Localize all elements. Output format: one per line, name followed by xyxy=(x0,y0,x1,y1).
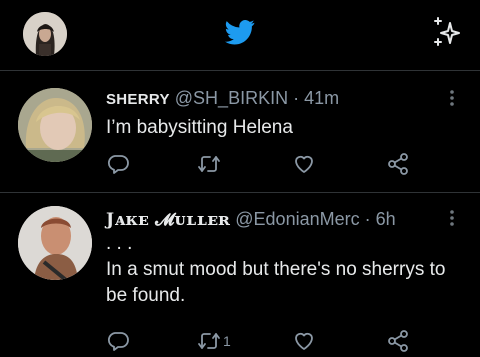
like-icon xyxy=(295,332,313,350)
reply-button[interactable] xyxy=(106,150,130,178)
tweet-text-line: . . . xyxy=(106,233,133,254)
tweet-text: I’m babysitting Helena xyxy=(106,115,293,141)
share-button[interactable] xyxy=(386,150,410,178)
timestamp[interactable]: 41m xyxy=(304,88,339,108)
more-icon[interactable] xyxy=(448,88,456,108)
tweet-actions: 1 xyxy=(0,327,480,355)
separator-dot: · xyxy=(293,88,300,108)
share-icon xyxy=(388,330,408,352)
like-button[interactable] xyxy=(292,327,316,355)
retweet-button[interactable] xyxy=(197,150,223,178)
retweet-icon xyxy=(198,333,220,349)
like-button[interactable] xyxy=(292,150,316,178)
reply-icon xyxy=(107,155,129,174)
tweet[interactable]: Jᴀᴋᴇ 𝓜ᴜʟʟᴇʀ @EdonianMerc · 6h . . . In a… xyxy=(0,194,480,357)
timestamp[interactable]: 6h xyxy=(376,209,396,229)
retweet-count: 1 xyxy=(223,333,231,349)
display-name[interactable]: SHERRY xyxy=(106,91,170,108)
sparkle-icon[interactable] xyxy=(428,14,464,50)
reply-icon xyxy=(107,332,129,351)
retweet-icon xyxy=(198,156,220,172)
tweet-text-line: be found. xyxy=(106,285,186,306)
avatar-image xyxy=(18,206,92,280)
tweet[interactable]: SHERRY @SH_BIRKIN · 41m I’m babysitting … xyxy=(0,72,480,193)
tweet-header: SHERRY @SH_BIRKIN · 41m xyxy=(106,88,339,109)
retweet-button[interactable]: 1 xyxy=(197,327,231,355)
user-handle[interactable]: @EdonianMerc xyxy=(235,209,359,229)
tweet-text-line: I’m babysitting Helena xyxy=(106,117,293,138)
more-icon[interactable] xyxy=(448,208,456,228)
top-bar xyxy=(0,0,480,71)
profile-avatar-image xyxy=(23,12,67,56)
user-handle[interactable]: @SH_BIRKIN xyxy=(175,88,288,108)
like-icon xyxy=(295,155,313,173)
tweet-text: . . . In a smut mood but there's no sher… xyxy=(106,231,445,309)
tweet-actions xyxy=(0,150,480,178)
tweet-text-line: In a smut mood but there's no sherrys to xyxy=(106,259,446,280)
profile-avatar[interactable] xyxy=(23,12,67,56)
display-name[interactable]: Jᴀᴋᴇ 𝓜ᴜʟʟᴇʀ xyxy=(106,210,230,230)
separator-dot: · xyxy=(364,209,371,229)
twitter-bird-icon[interactable] xyxy=(223,17,257,47)
avatar[interactable] xyxy=(18,206,92,280)
tweet-header: Jᴀᴋᴇ 𝓜ᴜʟʟᴇʀ @EdonianMerc · 6h xyxy=(106,209,396,230)
share-icon xyxy=(388,153,408,175)
reply-button[interactable] xyxy=(106,327,130,355)
share-button[interactable] xyxy=(386,327,410,355)
